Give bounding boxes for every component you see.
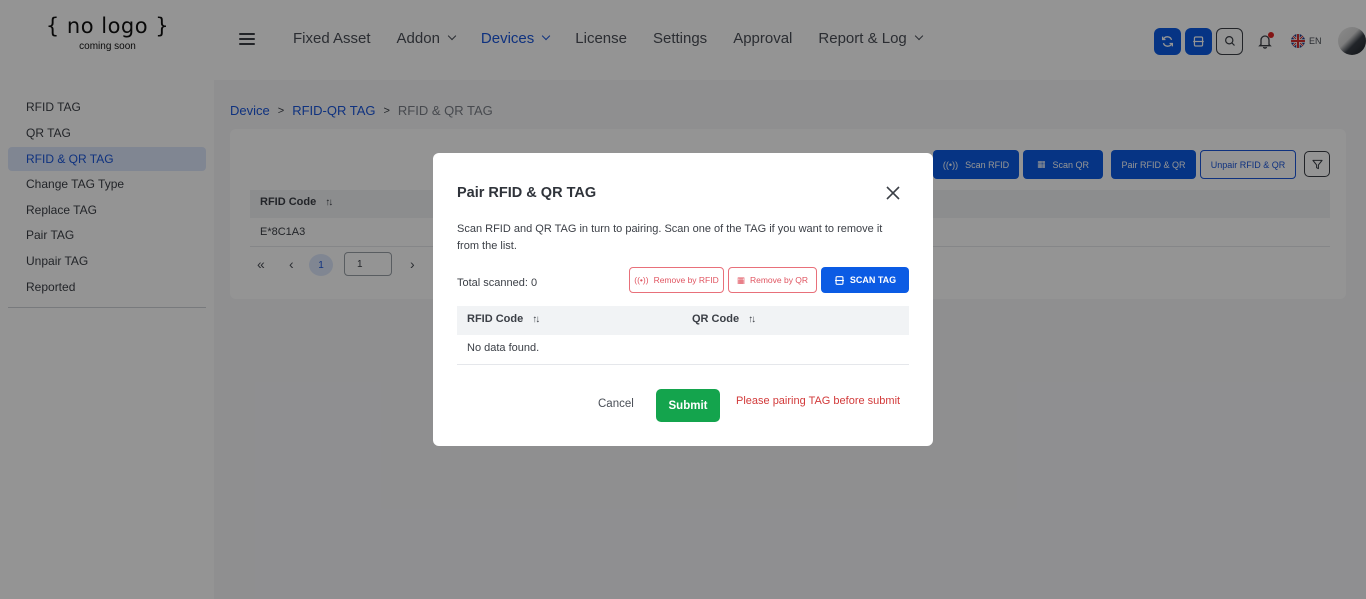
qr-code-icon: ▦ — [736, 274, 745, 285]
scan-icon — [834, 275, 844, 285]
close-icon[interactable] — [884, 184, 902, 202]
pair-tag-modal: Pair RFID & QR TAG Scan RFID and QR TAG … — [433, 153, 933, 446]
modal-column-rfid-code[interactable]: RFID Code ↑↓ — [467, 313, 540, 325]
cancel-button[interactable]: Cancel — [598, 398, 634, 410]
button-label: Remove by RFID — [653, 275, 719, 285]
modal-description: Scan RFID and QR TAG in turn to pairing.… — [457, 223, 883, 252]
remove-by-rfid-button[interactable]: ((•)) Remove by RFID — [629, 267, 724, 293]
modal-column-qr-code[interactable]: QR Code ↑↓ — [692, 313, 756, 325]
remove-by-qr-button[interactable]: ▦ Remove by QR — [728, 267, 817, 293]
button-label: SCAN TAG — [849, 275, 897, 285]
total-scanned: Total scanned: 0 — [457, 277, 538, 289]
validation-error: Please pairing TAG before submit — [736, 395, 901, 407]
column-label: RFID Code — [467, 313, 524, 325]
modal-title: Pair RFID & QR TAG — [457, 185, 597, 201]
sort-icon[interactable]: ↑↓ — [748, 314, 756, 325]
scan-tag-button[interactable]: SCAN TAG — [821, 267, 909, 293]
submit-button[interactable]: Submit — [656, 389, 720, 422]
row-divider — [457, 364, 909, 365]
button-label: Remove by QR — [749, 275, 809, 285]
rfid-signal-icon: ((•)) — [634, 275, 649, 285]
empty-state: No data found. — [467, 342, 540, 354]
sort-icon[interactable]: ↑↓ — [532, 314, 540, 325]
column-label: QR Code — [692, 313, 740, 325]
